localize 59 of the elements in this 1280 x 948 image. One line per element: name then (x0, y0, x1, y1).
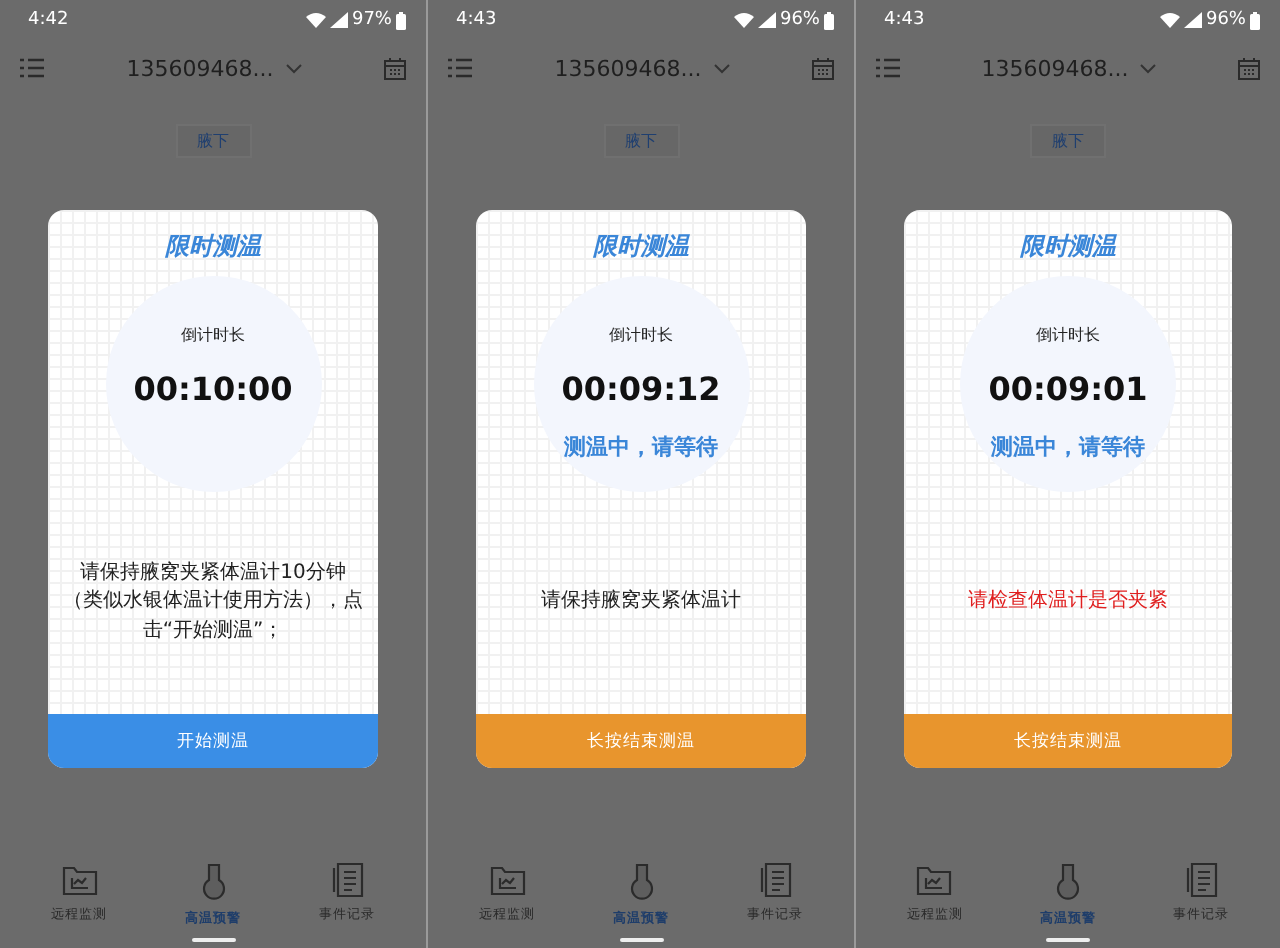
calendar-icon[interactable] (383, 57, 406, 79)
list-icon[interactable] (876, 58, 900, 78)
countdown-label: 倒计时长 (1036, 324, 1100, 346)
home-indicator (191, 938, 235, 942)
battery-percent: 96% (1205, 10, 1246, 30)
battery-icon (1250, 11, 1260, 29)
list-icon[interactable] (20, 58, 44, 78)
countdown-label: 倒计时长 (181, 324, 245, 346)
instruction-text: 请保持腋窝夹紧体温计 (541, 588, 741, 617)
dialog-title: 限时测温 (593, 230, 689, 264)
instruction-text: 请检查体温计是否夹紧 (968, 588, 1168, 617)
position-tab[interactable]: 腋下 (175, 124, 251, 158)
battery-percent: 96% (779, 10, 820, 30)
document-icon (759, 862, 791, 898)
document-icon (331, 862, 363, 898)
thermometer-icon (1053, 862, 1082, 902)
dialog-title: 限时测温 (1020, 230, 1116, 264)
instruction-text: 请保持腋窝夹紧体温计10分钟（类似水银体温计使用方法），点击“开始测温”； (63, 559, 363, 646)
wifi-icon (1159, 12, 1180, 28)
list-icon[interactable] (448, 58, 472, 78)
folder-chart-icon (61, 862, 97, 898)
device-title[interactable]: 135609468... (981, 55, 1129, 81)
status-time: 4:43 (884, 10, 925, 30)
action-button[interactable]: 长按结束测温 (476, 714, 806, 768)
calendar-icon[interactable] (1237, 57, 1260, 79)
action-button[interactable]: 开始测温 (48, 714, 378, 768)
countdown-time: 00:09:12 (561, 370, 721, 408)
thermometer-icon (199, 862, 227, 902)
countdown-label: 倒计时长 (609, 324, 673, 346)
folder-chart-icon (916, 862, 953, 898)
home-indicator (619, 938, 663, 942)
thermometer-icon (627, 862, 655, 902)
chevron-down-icon[interactable] (1140, 63, 1157, 73)
device-title[interactable]: 135609468... (126, 55, 274, 81)
chevron-down-icon[interactable] (285, 63, 302, 73)
status-text: 测温中，请等待 (991, 432, 1145, 462)
position-tab[interactable]: 腋下 (1030, 124, 1106, 158)
battery-percent: 97% (351, 10, 392, 30)
action-button[interactable]: 长按结束测温 (904, 714, 1232, 768)
signal-icon (1183, 12, 1202, 28)
battery-icon (396, 11, 406, 29)
dialog-title: 限时测温 (165, 230, 261, 264)
document-icon (1185, 862, 1218, 898)
calendar-icon[interactable] (811, 57, 834, 79)
signal-icon (329, 12, 348, 28)
folder-chart-icon (489, 862, 525, 898)
status-time: 4:43 (456, 10, 497, 30)
home-indicator (1046, 938, 1090, 942)
status-time: 4:42 (28, 10, 69, 30)
status-text: 测温中，请等待 (564, 432, 718, 462)
signal-icon (757, 12, 776, 28)
battery-icon (824, 11, 834, 29)
device-title[interactable]: 135609468... (554, 55, 702, 81)
countdown-time: 00:09:01 (988, 370, 1148, 408)
wifi-icon (305, 12, 326, 28)
countdown-time: 00:10:00 (133, 370, 293, 408)
wifi-icon (733, 12, 754, 28)
position-tab[interactable]: 腋下 (603, 124, 679, 158)
chevron-down-icon[interactable] (713, 63, 730, 73)
